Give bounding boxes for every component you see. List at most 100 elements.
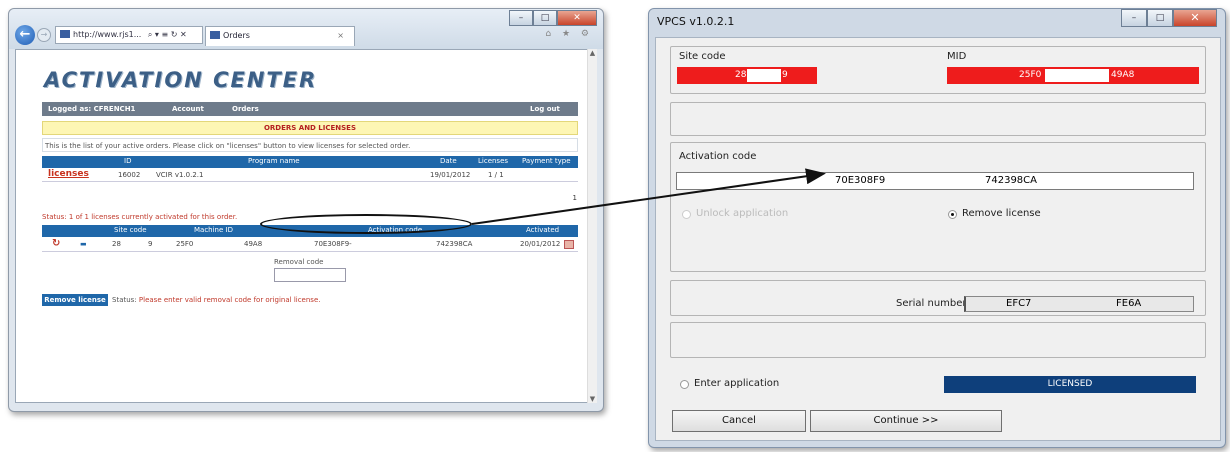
remove-license-button[interactable]: Remove license xyxy=(42,294,108,306)
activation-code-a: 70E308F9- xyxy=(314,240,352,248)
browser-tab[interactable]: Orders × xyxy=(205,26,355,46)
serial-a: EFC7 xyxy=(1006,298,1032,309)
minimize-icon[interactable]: – xyxy=(1121,9,1147,27)
unlock-radio[interactable] xyxy=(682,210,691,219)
close-icon[interactable]: ✕ xyxy=(1173,9,1217,27)
id-group: Site code 28 9 MID 25F0 49A8 xyxy=(670,46,1206,94)
machine-id-b: 49A8 xyxy=(244,240,263,248)
serial-b: FE6A xyxy=(1116,298,1142,309)
program-name: VCIR v1.0.2.1 xyxy=(156,171,204,179)
tab-favicon-icon xyxy=(210,31,220,39)
continue-button[interactable]: Continue >> xyxy=(810,410,1002,432)
col-licenses: Licenses xyxy=(478,157,509,165)
enter-application-radio[interactable] xyxy=(680,380,689,389)
empty-group xyxy=(670,322,1206,358)
scroll-up-icon[interactable]: ▲ xyxy=(588,49,597,57)
site-code-a: 28 xyxy=(735,70,747,80)
vertical-scrollbar[interactable]: ▲ ▼ xyxy=(587,49,597,403)
dialog-body: Site code 28 9 MID 25F0 49A8 Activation … xyxy=(655,37,1221,441)
order-id: 16002 xyxy=(118,171,141,179)
mid-b: 49A8 xyxy=(1111,70,1135,80)
col-machine-id: Machine ID xyxy=(194,226,233,234)
activation-code-b: 742398CA xyxy=(985,175,1037,186)
maximize-icon[interactable]: □ xyxy=(533,10,557,26)
home-favorites-settings-icons[interactable]: ⌂ ★ ⚙ xyxy=(545,29,593,39)
window-controls: – □ ✕ xyxy=(1121,9,1217,27)
status-message: Please enter valid removal code for orig… xyxy=(138,296,321,304)
removal-code-label: Removal code xyxy=(274,258,324,266)
empty-group xyxy=(670,102,1206,136)
licenses-link[interactable]: licenses xyxy=(48,169,89,179)
activated-date: 20/01/2012 xyxy=(520,240,561,248)
address-bar[interactable]: http://www.rjs1... ⌕ ▾ ≡ ↻ ✕ xyxy=(55,26,203,44)
vpcs-window: VPCS v1.0.2.1 – □ ✕ Site code 28 9 MID 2… xyxy=(648,8,1226,448)
menu-orders-link[interactable]: Orders xyxy=(232,102,259,116)
orders-table-header: ID Program name Date Licenses Payment ty… xyxy=(42,156,578,168)
col-activated: Activated xyxy=(526,226,560,234)
usb-key-icon: ▬ xyxy=(80,240,87,248)
refresh-icon[interactable]: ↻ xyxy=(52,238,60,249)
activation-group: Activation code xyxy=(670,142,1206,272)
col-program-name: Program name xyxy=(248,157,300,165)
edit-icon[interactable] xyxy=(564,240,574,249)
removal-code-input[interactable] xyxy=(274,268,346,282)
redaction-mask xyxy=(747,69,781,82)
col-id: ID xyxy=(124,157,132,165)
pagination[interactable]: 1 xyxy=(573,194,577,202)
site-code-b: 9 xyxy=(148,240,153,248)
activation-center-logo: ACTIVATION CENTER xyxy=(44,68,318,92)
removal-status: Status: Please enter valid removal code … xyxy=(112,296,320,304)
mid-field: 25F0 49A8 xyxy=(947,67,1199,84)
orders-heading: ORDERS AND LICENSES xyxy=(42,121,578,135)
browser-window: – □ ✕ ← → http://www.rjs1... ⌕ ▾ ≡ ↻ ✕ O… xyxy=(8,8,604,412)
maximize-icon[interactable]: □ xyxy=(1147,9,1173,27)
close-icon[interactable]: ✕ xyxy=(557,10,597,26)
forward-arrow-icon[interactable]: → xyxy=(37,28,51,42)
menu-account-link[interactable]: Account xyxy=(172,102,204,116)
orders-info-text: This is the list of your active orders. … xyxy=(42,138,578,152)
window-controls: – □ ✕ xyxy=(509,10,597,26)
col-date: Date xyxy=(440,157,457,165)
order-date: 19/01/2012 xyxy=(430,171,471,179)
tab-close-icon[interactable]: × xyxy=(337,27,344,45)
highlight-ellipse xyxy=(260,214,472,234)
mid-label: MID xyxy=(947,51,967,62)
top-menu: Logged as: CFRENCH1 Account Orders Log o… xyxy=(42,102,578,116)
menu-logout-link[interactable]: Log out xyxy=(530,102,560,116)
minimize-icon[interactable]: – xyxy=(509,10,533,26)
enter-application-label: Enter application xyxy=(694,378,780,389)
site-code-b: 9 xyxy=(782,70,788,80)
serial-number-field: EFC7 FE6A xyxy=(964,296,1194,312)
serial-number-label: Serial number xyxy=(896,298,967,309)
site-favicon-icon xyxy=(60,30,70,38)
licensed-status: LICENSED xyxy=(944,376,1196,393)
site-code-label: Site code xyxy=(679,51,726,62)
machine-id-a: 25F0 xyxy=(176,240,194,248)
table-row: ↻ ▬ 28 9 25F0 49A8 70E308F9- 742398CA 20… xyxy=(42,237,578,252)
tab-title: Orders xyxy=(223,31,250,40)
address-text: http://www.rjs1... xyxy=(73,30,142,39)
activation-code-input[interactable]: 70E308F9 742398CA xyxy=(676,172,1194,190)
cancel-button[interactable]: Cancel xyxy=(672,410,806,432)
activation-code-label: Activation code xyxy=(679,151,757,162)
mid-a: 25F0 xyxy=(1019,70,1042,80)
activation-status: Status: 1 of 1 licenses currently activa… xyxy=(42,213,238,221)
redaction-mask xyxy=(1045,69,1109,82)
address-bar-icons[interactable]: ⌕ ▾ ≡ ↻ ✕ xyxy=(148,30,187,39)
logged-as-text: Logged as: CFRENCH1 xyxy=(48,105,136,113)
col-payment-type: Payment type xyxy=(522,157,571,165)
window-title: VPCS v1.0.2.1 xyxy=(657,15,735,28)
activation-code-b: 742398CA xyxy=(436,240,473,248)
remove-license-radio[interactable] xyxy=(948,210,957,219)
site-code-field: 28 9 xyxy=(677,67,817,84)
site-code-a: 28 xyxy=(112,240,121,248)
status-prefix: Status: xyxy=(112,296,137,304)
license-count: 1 / 1 xyxy=(488,171,504,179)
scroll-down-icon[interactable]: ▼ xyxy=(588,395,597,403)
col-site-code: Site code xyxy=(114,226,147,234)
activation-code-a: 70E308F9 xyxy=(835,175,886,186)
table-row: licenses 16002 VCIR v1.0.2.1 19/01/2012 … xyxy=(42,168,578,182)
back-arrow-icon[interactable]: ← xyxy=(15,25,35,45)
remove-license-label: Remove license xyxy=(962,208,1041,219)
browser-titlebar: – □ ✕ ← → http://www.rjs1... ⌕ ▾ ≡ ↻ ✕ O… xyxy=(9,9,603,49)
